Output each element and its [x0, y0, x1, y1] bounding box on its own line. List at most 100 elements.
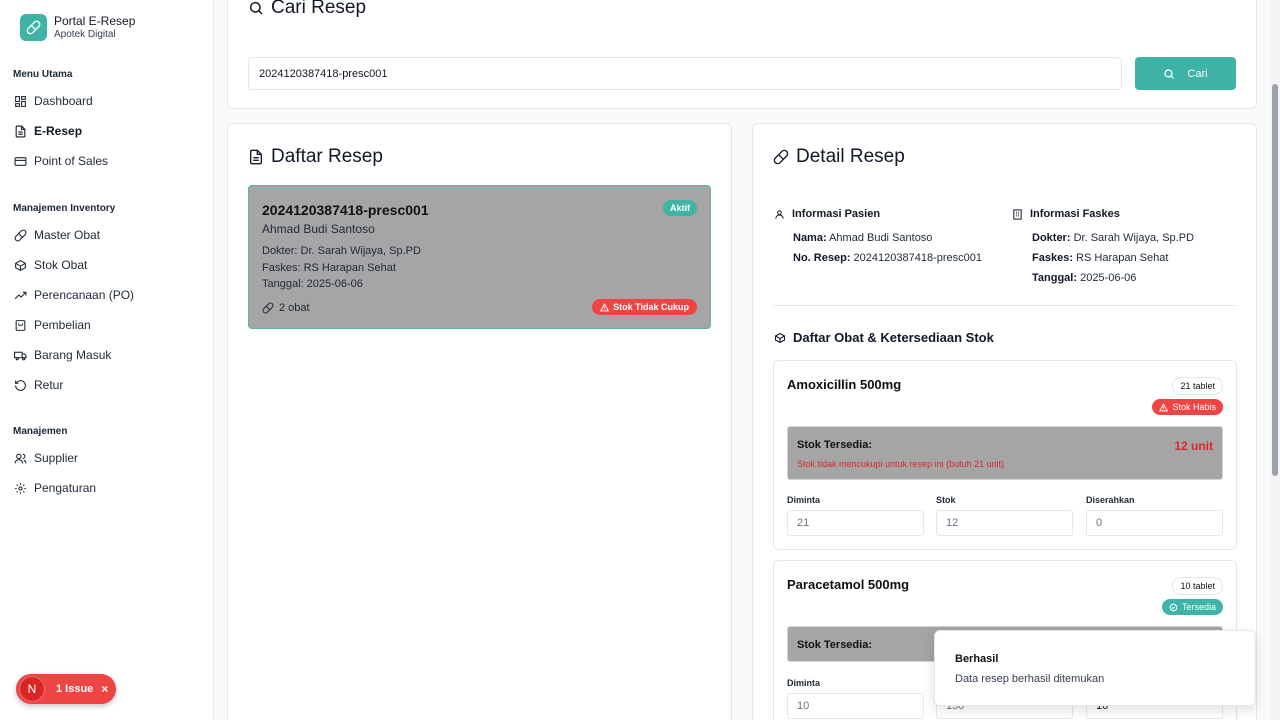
given-field[interactable]: 0 — [1086, 510, 1223, 536]
search-button-label: Cari — [1187, 67, 1208, 80]
return-icon — [13, 378, 27, 392]
meds-heading-text: Daftar Obat & Ketersediaan Stok — [793, 330, 994, 345]
user-icon — [774, 209, 785, 220]
sidebar-item-label: Dashboard — [34, 94, 93, 108]
faskes-line: Faskes: RS Harapan Sehat — [262, 262, 396, 274]
sidebar-item-perencanaan[interactable]: Perencanaan (PO) — [13, 285, 203, 305]
label: Tanggal: — [1032, 272, 1078, 284]
sidebar-item-supplier[interactable]: Supplier — [13, 448, 203, 468]
issue-indicator-button[interactable]: N 1 Issue × — [16, 674, 116, 704]
prescription-id: 2024120387418-presc001 — [262, 202, 429, 218]
pill-icon — [13, 228, 27, 242]
stock-status-text: Stok Habis — [1172, 402, 1216, 412]
sidebar-item-label: Perencanaan (PO) — [34, 288, 135, 302]
box-icon — [774, 332, 786, 344]
stock-status-badge: Tersedia — [1161, 599, 1223, 615]
sidebar-item-label: Retur — [34, 378, 64, 392]
pill-icon — [262, 302, 274, 314]
faskes-row: Faskes: RS Harapan Sehat — [1032, 252, 1168, 264]
doctor-row: Dokter: Dr. Sarah Wijaya, Sp.PD — [1032, 232, 1194, 244]
faskes-info-heading-text: Informasi Faskes — [1030, 208, 1120, 220]
users-icon — [13, 451, 27, 465]
scrollbar[interactable] — [1270, 0, 1280, 720]
sidebar-item-retur[interactable]: Retur — [13, 375, 203, 395]
sidebar-item-label: Point of Sales — [34, 154, 109, 168]
search-button[interactable]: Cari — [1135, 57, 1236, 90]
value: 2024120387418-presc001 — [853, 252, 982, 264]
stock-field-label: Stok — [936, 495, 956, 505]
close-icon[interactable]: × — [101, 682, 108, 696]
stock-box: Stok Tersedia: 12 unit Stok tidak mencuk… — [787, 426, 1223, 480]
search-icon — [1163, 68, 1175, 80]
next-logo-icon: N — [19, 676, 45, 702]
stock-warning-badge: Stok Tidak Cukup — [592, 299, 697, 315]
label: Nama: — [793, 232, 827, 244]
sidebar-item-label: Pengaturan — [34, 481, 97, 495]
sidebar-item-barang-masuk[interactable]: Barang Masuk — [13, 345, 203, 365]
prescription-item[interactable]: 2024120387418-presc001 Aktif Ahmad Budi … — [248, 185, 711, 329]
value: 2025-06-06 — [1080, 272, 1137, 284]
trend-icon — [13, 288, 27, 302]
stock-label: Stok Tersedia: — [797, 439, 872, 451]
sidebar-item-label: Pembelian — [34, 318, 91, 332]
stock-warning: Stok tidak mencukupi untuk resep ini (bu… — [797, 459, 1005, 469]
file-icon — [13, 124, 27, 138]
detail-title: Detail Resep — [773, 146, 905, 168]
truck-icon — [13, 348, 27, 362]
search-title-text: Cari Resep — [271, 0, 367, 18]
file-icon — [248, 149, 264, 165]
check-circle-icon — [1169, 603, 1178, 612]
nav-section-manajemen: Manajemen — [13, 426, 68, 437]
med-count-text: 2 obat — [279, 302, 310, 314]
sidebar-item-dashboard[interactable]: Dashboard — [13, 91, 203, 111]
sidebar-item-label: E-Resep — [34, 124, 83, 138]
patient-info-heading: Informasi Pasien — [774, 208, 880, 220]
sidebar-item-label: Master Obat — [34, 228, 101, 242]
list-title-text: Daftar Resep — [271, 146, 383, 167]
scroll-thumb[interactable] — [1272, 84, 1278, 476]
brand[interactable]: Portal E-Resep Apotek Digital — [20, 14, 135, 41]
requested-field[interactable]: 10 — [787, 693, 924, 719]
stock-value: 12 unit — [1174, 439, 1213, 453]
divider — [773, 305, 1236, 306]
qty-tag: 21 tablet — [1172, 377, 1223, 395]
sidebar-item-master-obat[interactable]: Master Obat — [13, 225, 203, 245]
stock-status-badge: Stok Habis — [1152, 399, 1223, 415]
warning-icon — [1159, 402, 1169, 412]
search-icon — [248, 0, 264, 16]
stock-field[interactable]: 12 — [936, 510, 1073, 536]
date-line: Tanggal: 2025-06-06 — [262, 278, 363, 290]
sidebar-item-stok-obat[interactable]: Stok Obat — [13, 255, 203, 275]
sidebar-item-point-of-sales[interactable]: Point of Sales — [13, 151, 203, 171]
dashboard-icon — [13, 94, 27, 108]
requested-label: Diminta — [787, 495, 821, 505]
nav-section-menu-utama: Menu Utama — [13, 69, 73, 80]
rx-number-row: No. Resep: 2024120387418-presc001 — [793, 252, 982, 264]
detail-title-text: Detail Resep — [796, 146, 905, 167]
pill-icon — [773, 149, 789, 165]
med-card-amoxicillin: Amoxicillin 500mg 21 tablet Stok Habis S… — [773, 360, 1237, 550]
med-name: Paracetamol 500mg — [787, 577, 910, 592]
value: Ahmad Budi Santoso — [829, 232, 933, 244]
patient-name-row: Nama: Ahmad Budi Santoso — [793, 232, 932, 244]
pill-logo-icon — [20, 14, 47, 41]
meds-heading: Daftar Obat & Ketersediaan Stok — [774, 330, 994, 345]
sidebar-item-pengaturan[interactable]: Pengaturan — [13, 478, 203, 498]
given-label: Diserahkan — [1086, 495, 1135, 505]
patient-info-heading-text: Informasi Pasien — [792, 208, 881, 220]
sidebar-item-e-resep[interactable]: E-Resep — [13, 121, 203, 141]
search-card: Cari Resep Cari — [227, 0, 1257, 109]
stock-label: Stok Tersedia: — [797, 639, 872, 651]
sidebar-item-pembelian[interactable]: Pembelian — [13, 315, 203, 335]
search-input[interactable] — [248, 57, 1122, 90]
value: Dr. Sarah Wijaya, Sp.PD — [1073, 232, 1195, 244]
search-title: Cari Resep — [248, 0, 366, 19]
requested-field[interactable]: 21 — [787, 510, 924, 536]
sidebar-item-label: Stok Obat — [34, 258, 88, 272]
sidebar: Portal E-Resep Apotek Digital Menu Utama… — [0, 0, 214, 720]
success-toast: Berhasil Data resep berhasil ditemukan — [934, 630, 1256, 706]
list-title: Daftar Resep — [248, 146, 383, 168]
main-content: Cari Resep Cari Daftar Resep 20241203874… — [214, 0, 1270, 720]
nav-section-inventory: Manajemen Inventory — [13, 203, 116, 214]
label: No. Resep: — [793, 252, 851, 264]
